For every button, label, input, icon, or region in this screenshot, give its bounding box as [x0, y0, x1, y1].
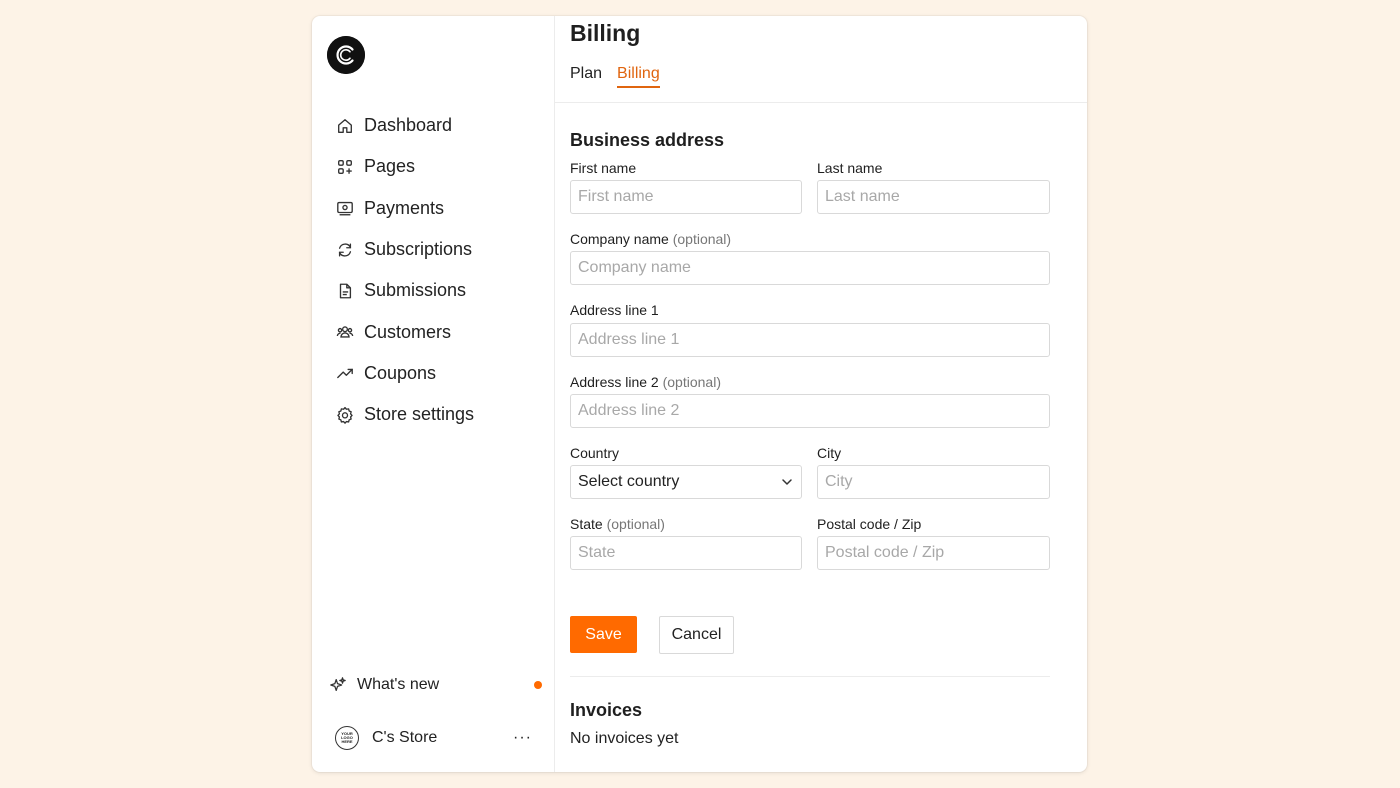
- pages-icon: [335, 157, 355, 177]
- state-input[interactable]: [570, 536, 802, 570]
- sidebar-item-submissions[interactable]: Submissions: [312, 270, 554, 311]
- first-name-label: First name: [570, 160, 637, 176]
- page-title: Billing: [570, 20, 641, 46]
- sparkles-icon: [328, 675, 348, 695]
- city-input[interactable]: [817, 465, 1050, 499]
- sidebar: Dashboard Pages Payments Subscriptions S…: [312, 16, 555, 772]
- optional-hint: (optional): [662, 374, 721, 390]
- optional-hint: (optional): [606, 516, 665, 532]
- app-window: Dashboard Pages Payments Subscriptions S…: [312, 16, 1087, 772]
- refresh-icon: [335, 240, 355, 260]
- section-title: Business address: [570, 130, 725, 150]
- company-name-label: Company name (optional): [570, 231, 732, 247]
- company-name-input[interactable]: [570, 251, 1050, 285]
- sidebar-item-label: Coupons: [364, 362, 437, 383]
- more-options-icon[interactable]: ···: [513, 729, 532, 747]
- optional-hint: (optional): [672, 231, 732, 247]
- section-divider: [570, 676, 1050, 677]
- state-label: State (optional): [570, 516, 665, 532]
- invoices-empty-state: No invoices yet: [570, 730, 679, 747]
- sidebar-item-label: Dashboard: [364, 115, 453, 136]
- sidebar-item-label: Pages: [364, 156, 416, 177]
- gear-icon: [335, 405, 355, 425]
- sidebar-item-store-settings[interactable]: Store settings: [312, 394, 554, 435]
- sidebar-item-customers[interactable]: Customers: [312, 311, 554, 352]
- tab-billing[interactable]: Billing: [617, 65, 660, 88]
- sidebar-item-pages[interactable]: Pages: [312, 146, 554, 187]
- first-name-input[interactable]: [570, 180, 802, 214]
- tab-bar: Plan Billing: [570, 65, 675, 88]
- last-name-label: Last name: [817, 160, 883, 176]
- city-label: City: [817, 445, 842, 461]
- last-name-input[interactable]: [817, 180, 1050, 214]
- trending-up-icon: [335, 363, 355, 383]
- store-name: C's Store: [372, 729, 438, 746]
- sidebar-item-label: Submissions: [364, 280, 467, 301]
- cancel-button[interactable]: Cancel: [659, 616, 734, 654]
- country-select-value: Select country: [578, 473, 680, 490]
- postal-code-label: Postal code / Zip: [817, 516, 922, 532]
- country-select[interactable]: Select country: [570, 465, 802, 499]
- home-icon: [335, 116, 355, 136]
- notification-dot: [534, 681, 542, 689]
- main-content: Billing Plan Billing Business address Fi…: [555, 16, 1087, 772]
- sidebar-item-subscriptions[interactable]: Subscriptions: [312, 229, 554, 270]
- sidebar-item-coupons[interactable]: Coupons: [312, 353, 554, 394]
- sidebar-nav: Dashboard Pages Payments Subscriptions S…: [312, 105, 554, 435]
- country-label: Country: [570, 445, 620, 461]
- sidebar-item-dashboard[interactable]: Dashboard: [312, 105, 554, 146]
- chevron-down-icon: [780, 475, 794, 489]
- address-line-2-label: Address line 2 (optional): [570, 374, 721, 390]
- address-line-2-input[interactable]: [570, 394, 1050, 428]
- sidebar-item-label: Customers: [364, 321, 452, 342]
- tab-plan[interactable]: Plan: [570, 65, 602, 88]
- sidebar-item-label: Store settings: [364, 404, 475, 425]
- store-avatar: YOUR LOGO HERE: [335, 726, 359, 750]
- whats-new-label: What's new: [357, 676, 440, 693]
- postal-code-input[interactable]: [817, 536, 1050, 570]
- address-line-1-label: Address line 1: [570, 302, 659, 318]
- store-avatar-text: YOUR LOGO HERE: [341, 731, 353, 744]
- banknote-icon: [335, 198, 355, 218]
- address-line-1-input[interactable]: [570, 323, 1050, 357]
- circle-c-logo-icon[interactable]: [327, 36, 365, 74]
- sidebar-item-label: Subscriptions: [364, 239, 473, 260]
- sidebar-item-label: Payments: [364, 197, 445, 218]
- document-icon: [335, 281, 355, 301]
- sidebar-item-payments[interactable]: Payments: [312, 188, 554, 229]
- page-header: Billing Plan Billing: [555, 16, 1087, 103]
- users-icon: [335, 322, 355, 342]
- invoices-title: Invoices: [570, 700, 643, 720]
- whats-new-link[interactable]: What's new: [328, 671, 542, 699]
- store-switcher[interactable]: YOUR LOGO HERE C's Store ···: [335, 725, 532, 751]
- save-button[interactable]: Save: [570, 616, 637, 653]
